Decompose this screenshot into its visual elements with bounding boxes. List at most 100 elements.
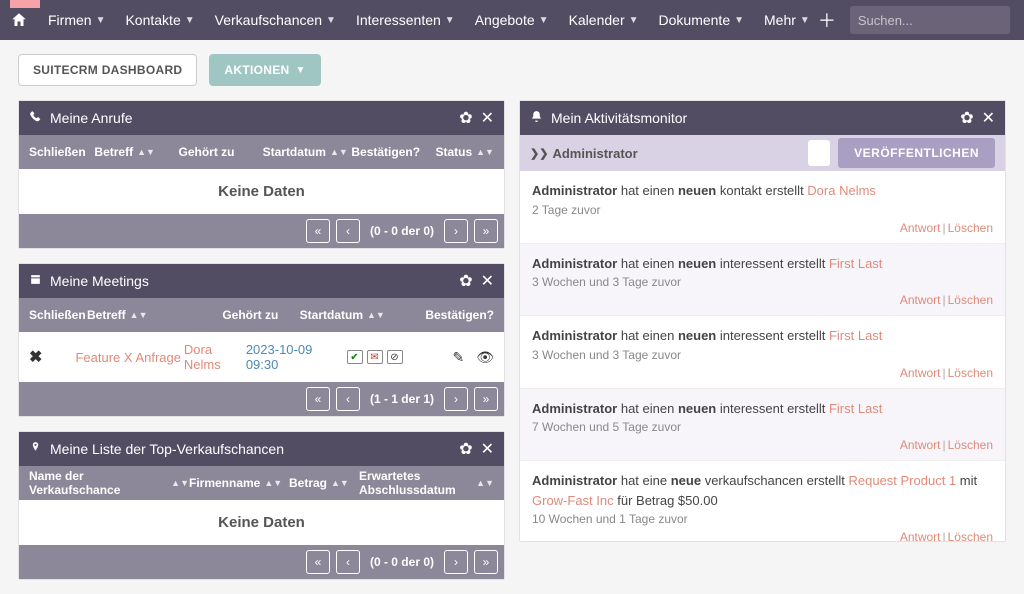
col-amount[interactable]: Betrag▲▼: [289, 476, 359, 490]
reply-link[interactable]: Antwort: [900, 221, 941, 235]
feed-link[interactable]: Grow-Fast Inc: [532, 493, 614, 508]
pager-first[interactable]: «: [306, 219, 330, 243]
row-belongs-link[interactable]: Dora Nelms: [184, 342, 221, 372]
nav-firmen[interactable]: Firmen▼: [40, 0, 113, 40]
topbar: Firmen▼ Kontakte▼ Verkaufschancen▼ Inter…: [0, 0, 1024, 40]
pager-prev[interactable]: ‹: [336, 550, 360, 574]
nav-kalender[interactable]: Kalender▼: [561, 0, 647, 40]
row-start-link[interactable]: 2023-10-09 09:30: [246, 342, 313, 372]
close-icon[interactable]: ✕: [481, 439, 494, 459]
col-belongs[interactable]: Gehört zu: [179, 145, 263, 159]
col-subject[interactable]: Betreff▲▼: [94, 145, 178, 159]
nav-dokumente[interactable]: Dokumente▼: [651, 0, 753, 40]
gear-icon[interactable]: ✿: [459, 108, 472, 128]
pager-first[interactable]: «: [306, 387, 330, 411]
close-icon[interactable]: ✕: [481, 271, 494, 291]
col-name[interactable]: Name der Verkaufschance▲▼: [29, 469, 189, 497]
home-icon[interactable]: [10, 10, 28, 30]
nav-verkaufschancen[interactable]: Verkaufschancen▼: [207, 0, 344, 40]
close-icon[interactable]: ✕: [481, 108, 494, 128]
pager-prev[interactable]: ‹: [336, 387, 360, 411]
feed-link[interactable]: First Last: [829, 256, 882, 271]
tentative-icon[interactable]: ✉: [367, 350, 383, 364]
pager-next[interactable]: ›: [444, 387, 468, 411]
sort-icon: ▲▼: [476, 480, 494, 486]
pager-first[interactable]: «: [306, 550, 330, 574]
reply-link[interactable]: Antwort: [900, 293, 941, 307]
nav-kontakte[interactable]: Kontakte▼: [117, 0, 202, 40]
nav-mehr[interactable]: Mehr▼: [756, 0, 818, 40]
gear-icon[interactable]: ✿: [459, 439, 472, 459]
topbar-right: ＋: [818, 6, 1024, 34]
feed-time: 7 Wochen und 5 Tage zuvor: [532, 420, 993, 434]
quick-create-icon[interactable]: ＋: [818, 7, 836, 33]
delete-link[interactable]: Löschen: [948, 366, 993, 380]
pager-next[interactable]: ›: [444, 550, 468, 574]
feed-link[interactable]: First Last: [829, 401, 882, 416]
sort-icon: ▲▼: [171, 480, 189, 486]
col-confirm[interactable]: Bestätigen?: [425, 308, 494, 322]
pager: « ‹ (0 - 0 der 0) › »: [19, 214, 504, 248]
chevron-down-icon: ▼: [96, 15, 106, 26]
col-status[interactable]: Status▲▼: [435, 145, 494, 159]
pager: « ‹ (0 - 0 der 0) › »: [19, 545, 504, 579]
search-input[interactable]: [858, 13, 1024, 28]
col-confirm[interactable]: Bestätigen?: [351, 145, 435, 159]
nav-angebote[interactable]: Angebote▼: [467, 0, 557, 40]
publish-button[interactable]: VERÖFFENTLICHEN: [838, 138, 995, 168]
pager-last[interactable]: »: [474, 550, 498, 574]
col-belongs[interactable]: Gehört zu: [222, 308, 299, 322]
nav-interessenten[interactable]: Interessenten▼: [348, 0, 463, 40]
activity-input[interactable]: [808, 140, 830, 166]
close-icon[interactable]: ✕: [982, 108, 995, 128]
feed-link[interactable]: Dora Nelms: [807, 183, 876, 198]
pager-last[interactable]: »: [474, 219, 498, 243]
feed-link[interactable]: Request Product 1: [848, 473, 956, 488]
row-subject-link[interactable]: Feature X Anfrage: [75, 350, 181, 365]
chevron-down-icon: ▼: [185, 15, 195, 26]
col-close[interactable]: Schließen: [29, 308, 87, 322]
feed-item: Administrator hat einen neuen interessen…: [520, 316, 1005, 389]
dashlet-activity: Mein Aktivitätsmonitor ✿ ✕ ❯❯Administrat…: [519, 100, 1006, 542]
gear-icon[interactable]: ✿: [459, 271, 472, 291]
accept-icon[interactable]: ✔: [347, 350, 363, 364]
feed-time: 3 Wochen und 3 Tage zuvor: [532, 275, 993, 289]
reply-link[interactable]: Antwort: [900, 366, 941, 380]
chevron-down-icon: ▼: [445, 15, 455, 26]
dashboard-tab[interactable]: SUITECRM DASHBOARD: [18, 54, 197, 86]
delete-link[interactable]: Löschen: [948, 530, 993, 541]
table-header: Schließen Betreff▲▼ Gehört zu Startdatum…: [19, 135, 504, 169]
col-firm[interactable]: Firmenname▲▼: [189, 476, 289, 490]
col-close[interactable]: Schließen: [29, 145, 94, 159]
global-search[interactable]: [850, 6, 1010, 34]
gear-icon[interactable]: ✿: [960, 108, 973, 128]
sort-icon: ▲▼: [264, 480, 282, 486]
delete-link[interactable]: Löschen: [948, 293, 993, 307]
dashlet-title: Meine Meetings: [50, 273, 451, 289]
edit-icon[interactable]: ✎: [453, 349, 465, 366]
sort-icon: ▲▼: [331, 480, 349, 486]
chevron-down-icon: ▼: [629, 15, 639, 26]
phone-icon: [29, 110, 42, 126]
col-subject[interactable]: Betreff▲▼: [87, 308, 222, 322]
col-start[interactable]: Startdatum▲▼: [263, 145, 352, 159]
col-start[interactable]: Startdatum▲▼: [300, 308, 426, 322]
reply-link[interactable]: Antwort: [900, 438, 941, 452]
actions-button[interactable]: AKTIONEN▼: [209, 54, 320, 86]
dashlet-title: Meine Anrufe: [50, 110, 451, 126]
feed-link[interactable]: First Last: [829, 328, 882, 343]
row-close-icon[interactable]: ✖: [29, 349, 42, 366]
reply-link[interactable]: Antwort: [900, 530, 941, 541]
pager-text: (0 - 0 der 0): [366, 224, 438, 238]
delete-link[interactable]: Löschen: [948, 221, 993, 235]
table-header: Schließen Betreff▲▼ Gehört zu Startdatum…: [19, 298, 504, 332]
pager-next[interactable]: ›: [444, 219, 468, 243]
decline-icon[interactable]: ⊘: [387, 350, 403, 364]
table-header: Name der Verkaufschance▲▼ Firmenname▲▼ B…: [19, 466, 504, 500]
view-icon[interactable]: 👁: [476, 349, 494, 366]
delete-link[interactable]: Löschen: [948, 438, 993, 452]
brand-ribbon: [10, 0, 40, 8]
pager-prev[interactable]: ‹: [336, 219, 360, 243]
col-date[interactable]: Erwartetes Abschlussdatum▲▼: [359, 469, 494, 497]
pager-last[interactable]: »: [474, 387, 498, 411]
